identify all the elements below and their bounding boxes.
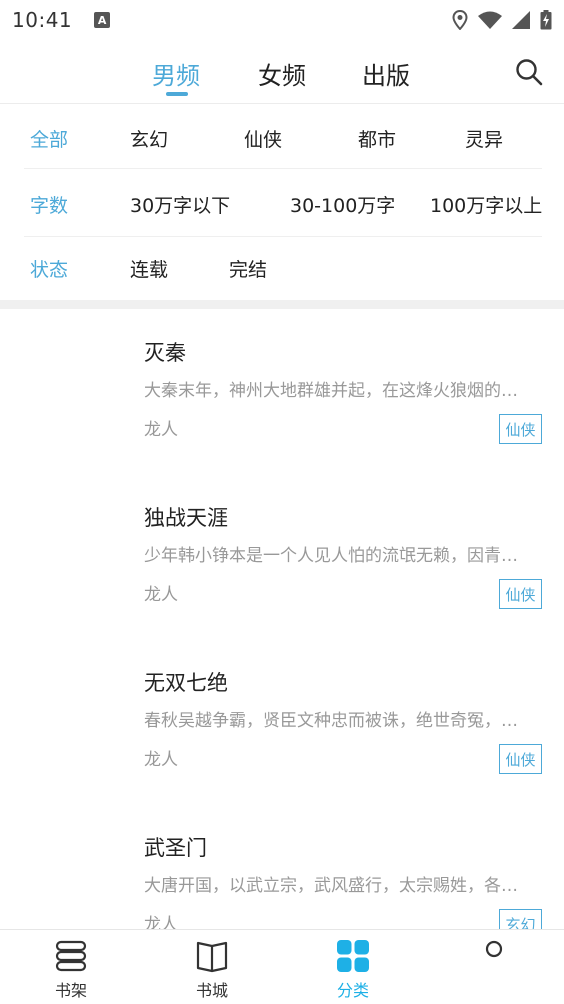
tab-publish[interactable]: 出版 xyxy=(362,56,410,91)
book-author: 龙人 xyxy=(144,750,178,770)
search-button[interactable] xyxy=(514,57,544,87)
book-genre-tag: 仙侠 xyxy=(499,579,542,609)
book-author: 龙人 xyxy=(144,585,178,605)
book-list-item[interactable]: 无双七绝 春秋吴越争霸，贤臣文种忠而被诛，绝世奇冤，… 龙人 仙侠 xyxy=(0,639,564,804)
nav-bookshelf[interactable]: 书架 xyxy=(21,930,121,1004)
book-description: 大唐开国，以武立宗，武风盛行，太宗赐姓，各… xyxy=(144,876,518,896)
book-author: 龙人 xyxy=(144,420,178,440)
book-list[interactable]: 灭秦 大秦末年，神州大地群雄并起，在这烽火狼烟的… 龙人 仙侠 独战天涯 少年韩… xyxy=(0,309,564,929)
filter-row-word-count: 字数 30万字以下 30-100万字 100万字以上 xyxy=(24,173,542,237)
signal-icon xyxy=(512,11,530,29)
section-divider xyxy=(0,300,564,309)
wifi-icon xyxy=(478,11,502,29)
book-genre-tag: 玄幻 xyxy=(499,909,542,929)
filter-status-option[interactable]: 连载 xyxy=(130,255,168,282)
notification-a-icon: A xyxy=(94,12,111,28)
filter-word-count-option[interactable]: 30-100万字 xyxy=(290,191,395,218)
filter-genre-option[interactable]: 都市 xyxy=(358,125,396,152)
filter-genre-all[interactable]: 全部 xyxy=(30,125,68,152)
book-icon xyxy=(196,941,228,973)
book-list-item[interactable]: 灭秦 大秦末年，神州大地群雄并起，在这烽火狼烟的… 龙人 仙侠 xyxy=(0,309,564,474)
status-time: 10:41 xyxy=(12,8,73,32)
filter-row-genre: 全部 玄幻 仙侠 都市 灵异 xyxy=(24,105,542,169)
book-description: 少年韩小铮本是一个人见人怕的流氓无赖，因青… xyxy=(144,546,518,566)
location-icon xyxy=(452,10,468,30)
top-tabs: 男频 女频 出版 xyxy=(0,44,564,104)
book-list-item[interactable]: 武圣门 大唐开国，以武立宗，武风盛行，太宗赐姓，各… 龙人 玄幻 xyxy=(0,804,564,929)
filter-word-count-option[interactable]: 30万字以下 xyxy=(130,191,230,218)
active-tab-indicator xyxy=(166,92,188,96)
status-icons xyxy=(452,10,552,30)
book-description: 春秋吴越争霸，贤臣文种忠而被诛，绝世奇冤，… xyxy=(144,711,518,731)
profile-icon xyxy=(485,940,503,958)
search-icon xyxy=(516,59,543,86)
filter-status-option[interactable]: 完结 xyxy=(229,255,267,282)
category-grid-icon xyxy=(337,940,369,972)
filter-status-label[interactable]: 状态 xyxy=(30,255,68,282)
bottom-nav: 书架 书城 分类 xyxy=(0,929,564,1004)
book-title: 无双七绝 xyxy=(144,671,228,695)
filter-genre-option[interactable]: 灵异 xyxy=(465,125,503,152)
filter-word-count-label[interactable]: 字数 xyxy=(30,191,68,218)
book-genre-tag: 仙侠 xyxy=(499,744,542,774)
book-genre-tag: 仙侠 xyxy=(499,414,542,444)
filter-panel: 全部 玄幻 仙侠 都市 灵异 字数 30万字以下 30-100万字 100万字以… xyxy=(0,105,564,301)
nav-profile[interactable] xyxy=(444,930,544,1004)
battery-icon xyxy=(540,10,552,30)
filter-word-count-option[interactable]: 100万字以上 xyxy=(430,191,542,218)
filter-genre-option[interactable]: 仙侠 xyxy=(244,125,282,152)
filter-row-status: 状态 连载 完结 xyxy=(24,237,542,301)
tab-female[interactable]: 女频 xyxy=(258,56,306,91)
status-bar: 10:41 A xyxy=(0,0,564,40)
nav-label: 分类 xyxy=(336,981,369,1000)
nav-category[interactable]: 分类 xyxy=(303,930,403,1004)
book-title: 独战天涯 xyxy=(144,506,228,530)
book-title: 武圣门 xyxy=(144,836,207,860)
book-list-item[interactable]: 独战天涯 少年韩小铮本是一个人见人怕的流氓无赖，因青… 龙人 仙侠 xyxy=(0,474,564,639)
nav-label: 书城 xyxy=(195,981,228,1000)
nav-label: 书架 xyxy=(54,981,87,1000)
filter-genre-option[interactable]: 玄幻 xyxy=(130,125,168,152)
tab-male[interactable]: 男频 xyxy=(152,56,200,91)
nav-bookstore[interactable]: 书城 xyxy=(162,930,262,1004)
book-author: 龙人 xyxy=(144,915,178,929)
bookshelf-icon xyxy=(55,940,87,972)
book-description: 大秦末年，神州大地群雄并起，在这烽火狼烟的… xyxy=(144,381,518,401)
book-title: 灭秦 xyxy=(144,341,186,365)
